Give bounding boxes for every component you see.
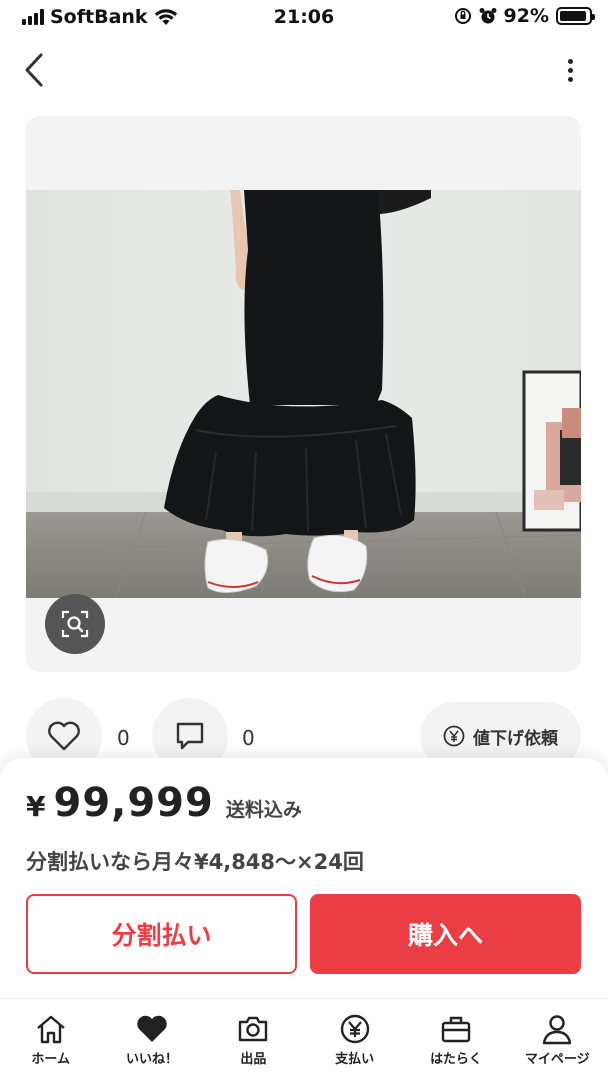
tab-label: ホーム — [31, 1052, 70, 1067]
image-search-button[interactable] — [45, 594, 105, 654]
tab-sell[interactable]: 出品 — [203, 999, 304, 1080]
yen-circle-icon — [443, 725, 465, 747]
buy-button[interactable]: 購入へ — [310, 894, 581, 974]
product-photo — [26, 190, 581, 598]
comment-icon — [176, 722, 204, 750]
status-indicators: 92% — [454, 5, 595, 27]
back-button[interactable] — [14, 50, 54, 90]
product-image-carousel[interactable] — [26, 116, 581, 672]
shipping-note: 送料込み — [225, 799, 302, 821]
purchase-sheet: ¥ 99,999 送料込み 分割払いなら月々¥4,848〜×24回 分割払い 購… — [0, 758, 608, 998]
split-payment-button[interactable]: 分割払い — [26, 894, 297, 974]
like-count: 0 — [117, 726, 130, 750]
tab-mypage[interactable]: マイページ — [507, 999, 608, 1080]
more-options-button[interactable] — [558, 50, 582, 90]
tab-label: はたらく — [430, 1052, 482, 1067]
yen-icon — [340, 1014, 369, 1044]
status-bar: SoftBank 21:06 92% — [0, 0, 608, 34]
price-row: ¥ 99,999 送料込み — [26, 780, 302, 826]
alarm-icon — [479, 8, 497, 24]
home-icon — [36, 1015, 65, 1044]
chevron-left-icon — [25, 53, 43, 87]
tab-label: いいね！ — [125, 1052, 178, 1067]
tab-payment[interactable]: 支払い — [304, 999, 405, 1080]
briefcase-icon — [441, 1016, 471, 1043]
battery-icon — [556, 7, 595, 25]
tab-label: マイページ — [524, 1052, 590, 1067]
top-navigation — [0, 42, 608, 98]
battery-percent: 92% — [503, 5, 549, 27]
installment-text: 分割払いなら月々¥4,848〜×24回 — [26, 850, 364, 874]
heart-outline-icon — [48, 721, 80, 751]
image-search-icon — [61, 610, 89, 638]
price: 99,999 — [53, 780, 214, 826]
comment-count: 0 — [242, 726, 255, 750]
tab-work[interactable]: はたらく — [405, 999, 506, 1080]
tab-home[interactable]: ホーム — [0, 999, 101, 1080]
battery-fill — [560, 11, 586, 21]
currency-symbol: ¥ — [26, 790, 46, 823]
heart-filled-icon — [137, 1015, 167, 1042]
person-icon — [543, 1015, 572, 1045]
tab-likes[interactable]: いいね！ — [101, 999, 202, 1080]
tab-label: 出品 — [240, 1052, 267, 1067]
tab-label: 支払い — [335, 1052, 375, 1067]
more-vertical-icon — [567, 58, 573, 64]
tab-bar: ホーム いいね！ 出品 支払い はたらく マイページ — [0, 998, 608, 1080]
orientation-lock-icon — [454, 8, 471, 24]
camera-icon — [239, 1016, 268, 1042]
price-reduction-request-label: 値下げ依頼 — [473, 728, 558, 749]
